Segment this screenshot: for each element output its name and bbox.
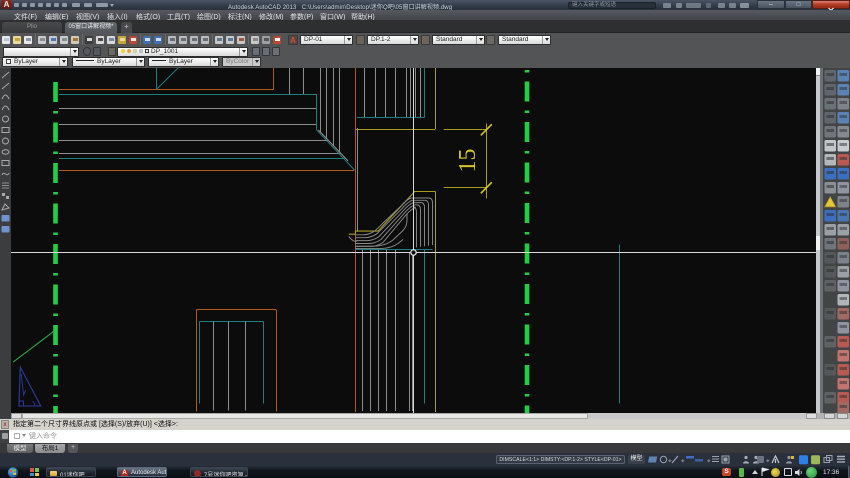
svg-text:15: 15 (455, 148, 481, 172)
